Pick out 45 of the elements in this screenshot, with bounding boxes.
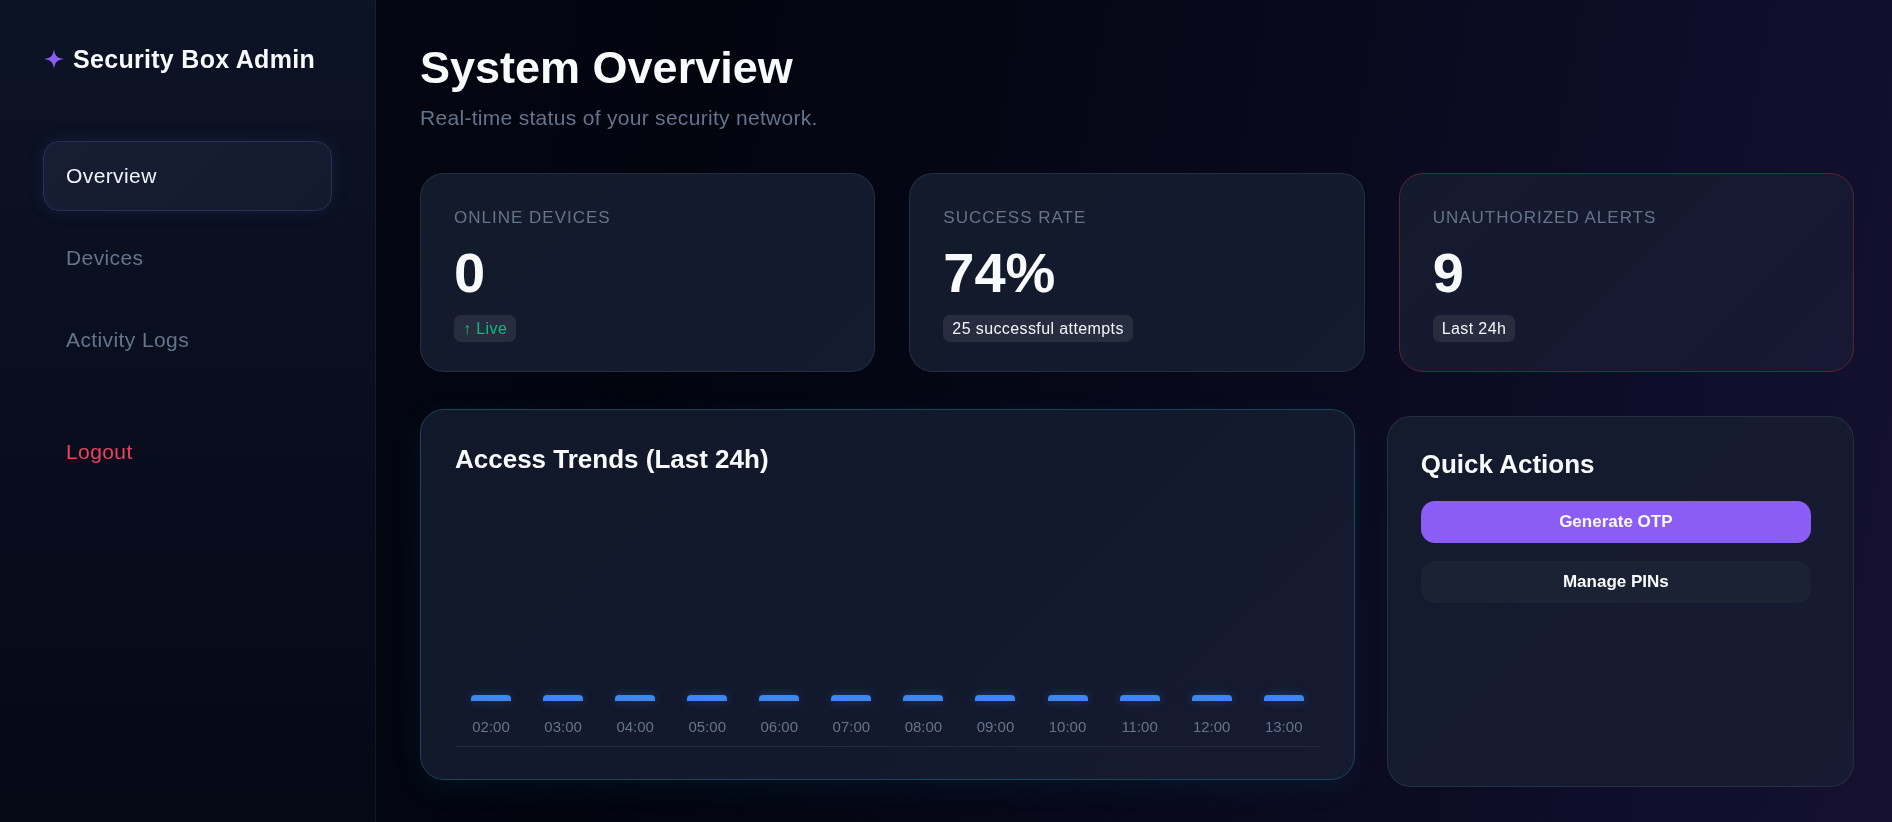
page-subtitle: Real-time status of your security network. <box>420 105 819 131</box>
chart-bar <box>1191 695 1232 701</box>
stat-value: 9 <box>1432 241 1464 305</box>
stat-tag: Last 24h <box>1432 315 1516 342</box>
hour-label: 09:00 <box>975 717 1016 737</box>
stat-label: ONLINE DEVICES <box>454 207 611 229</box>
hour-label: 05:00 <box>687 717 727 737</box>
stat-tag: 25 successful attempts <box>943 315 1133 342</box>
chart-bar <box>471 695 512 701</box>
sparkle-icon <box>44 49 64 69</box>
app-title: Security Box Admin <box>73 44 316 74</box>
logout-link[interactable]: Logout <box>43 417 332 487</box>
nav-item[interactable]: Activity Logs <box>43 305 332 375</box>
stat-label: UNAUTHORIZED ALERTS <box>1432 207 1657 229</box>
nav-item[interactable]: Devices <box>43 223 332 293</box>
hour-label: 06:00 <box>759 717 800 737</box>
stat-label: SUCCESS RATE <box>943 207 1087 229</box>
chart-bar <box>975 695 1016 701</box>
quick-actions-title: Quick Actions <box>1420 449 1596 479</box>
hour-label: 07:00 <box>831 717 872 737</box>
stat-value: 74% <box>943 241 1056 305</box>
hour-label: 03:00 <box>543 717 583 737</box>
chart-bar <box>759 695 800 701</box>
stat-tag: ↑ Live <box>454 315 517 342</box>
nav-item[interactable]: Overview <box>43 141 332 211</box>
hour-label: 04:00 <box>615 717 655 737</box>
chart-bar <box>543 695 584 701</box>
hour-label: 13:00 <box>1263 717 1304 737</box>
hour-label: 11:00 <box>1120 717 1159 737</box>
chart-bar <box>615 695 656 701</box>
hour-label: 02:00 <box>471 717 511 737</box>
chart-bar <box>1119 695 1160 701</box>
action-button[interactable]: Generate OTP <box>1420 501 1811 543</box>
chart-bar <box>831 695 872 701</box>
chart-bar <box>687 695 728 701</box>
hour-label: 10:00 <box>1047 717 1088 737</box>
hour-label: 12:00 <box>1191 717 1232 737</box>
hour-label: 08:00 <box>903 717 944 737</box>
action-button[interactable]: Manage PINs <box>1420 561 1811 603</box>
page-title: System Overview <box>420 41 794 95</box>
chart-bar <box>903 695 944 701</box>
chart-bar <box>1263 695 1304 701</box>
stat-value: 0 <box>454 241 486 305</box>
chart-bar <box>1047 695 1088 701</box>
chart-title: Access Trends (Last 24h) <box>455 444 770 474</box>
